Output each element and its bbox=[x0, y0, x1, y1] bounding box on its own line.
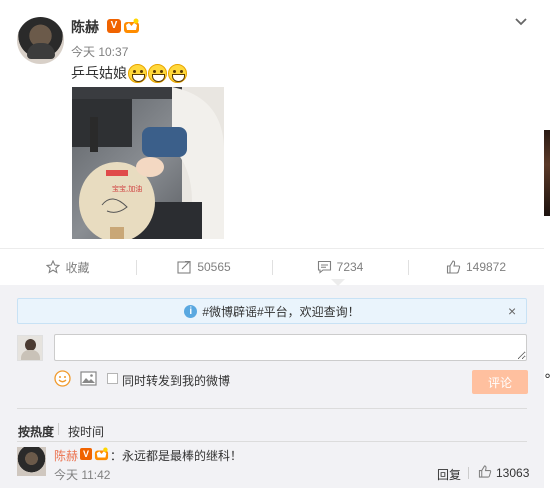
image-upload-icon[interactable] bbox=[80, 371, 97, 386]
chevron-down-icon[interactable] bbox=[514, 16, 528, 28]
edge-glyph: ℃ bbox=[544, 371, 550, 388]
divider bbox=[17, 408, 527, 409]
thumbs-up-icon bbox=[446, 260, 461, 274]
post-text-content: 乒乓姑娘 bbox=[71, 65, 127, 81]
adjacent-post-image-edge bbox=[544, 130, 550, 216]
repost-button[interactable]: 50565 bbox=[136, 249, 272, 285]
divider bbox=[58, 423, 59, 435]
like-button[interactable]: 149872 bbox=[408, 249, 544, 285]
post-text: 乒乓姑娘 bbox=[71, 63, 187, 83]
grin-emoji-icon bbox=[128, 63, 147, 83]
verified-badge-icon: V bbox=[107, 19, 121, 33]
grin-emoji-icon bbox=[168, 63, 187, 83]
comment-like-count[interactable]: 13063 bbox=[496, 466, 529, 480]
favorite-label: 收藏 bbox=[65, 260, 90, 275]
repost-checkbox[interactable] bbox=[107, 373, 118, 384]
thumbs-up-icon[interactable] bbox=[478, 465, 492, 478]
ping-pong-paddle-photo: 宝宝,加油 bbox=[72, 87, 224, 239]
emoji-picker-icon[interactable] bbox=[54, 370, 71, 387]
divider bbox=[468, 467, 469, 479]
comment-input[interactable] bbox=[54, 334, 527, 361]
like-count: 149872 bbox=[465, 260, 507, 274]
comment-count: 7234 bbox=[336, 260, 364, 274]
comment-icon bbox=[317, 260, 331, 274]
divider bbox=[17, 441, 527, 442]
notice-text[interactable]: #微博辟谣#平台，欢迎查询！ bbox=[202, 303, 359, 320]
author-avatar[interactable] bbox=[17, 17, 64, 64]
member-crown-icon[interactable] bbox=[123, 18, 140, 34]
reply-button[interactable]: 回复 bbox=[437, 466, 461, 483]
comment-text: ：永远都是最棒的继科！ bbox=[110, 449, 243, 463]
comment-time: 今天 11:42 bbox=[54, 468, 111, 482]
comment-author-avatar[interactable] bbox=[17, 447, 46, 476]
repost-count: 50565 bbox=[197, 260, 231, 274]
share-icon bbox=[177, 260, 191, 274]
post-photo[interactable]: 宝宝,加油 bbox=[72, 87, 224, 239]
svg-text:宝宝,加油: 宝宝,加油 bbox=[112, 184, 142, 193]
comment-pointer-arrow bbox=[331, 279, 345, 286]
close-icon[interactable]: × bbox=[508, 303, 516, 319]
sort-by-time-tab[interactable]: 按时间 bbox=[68, 423, 104, 440]
current-user-avatar[interactable] bbox=[17, 335, 43, 361]
repost-checkbox-label[interactable]: 同时转发到我的微博 bbox=[122, 372, 230, 389]
member-crown-icon[interactable] bbox=[94, 447, 109, 461]
author-name[interactable]: 陈赫 bbox=[71, 17, 99, 37]
verified-badge-icon: V bbox=[80, 448, 92, 460]
action-bar: 收藏 50565 7234 149872 bbox=[0, 248, 544, 285]
submit-comment-button[interactable]: 评论 bbox=[472, 370, 528, 394]
post-time[interactable]: 今天 10:37 bbox=[71, 43, 128, 60]
favorite-button[interactable]: 收藏 bbox=[0, 249, 136, 285]
rumor-notice-banner[interactable]: i #微博辟谣#平台，欢迎查询！ bbox=[17, 298, 527, 324]
sort-by-hot-tab[interactable]: 按热度 bbox=[18, 423, 54, 440]
comment-author-name[interactable]: 陈赫 bbox=[54, 447, 78, 464]
info-icon: i bbox=[184, 304, 198, 318]
star-icon bbox=[46, 260, 61, 274]
right-edge-strip bbox=[544, 0, 550, 488]
grin-emoji-icon bbox=[148, 63, 167, 83]
